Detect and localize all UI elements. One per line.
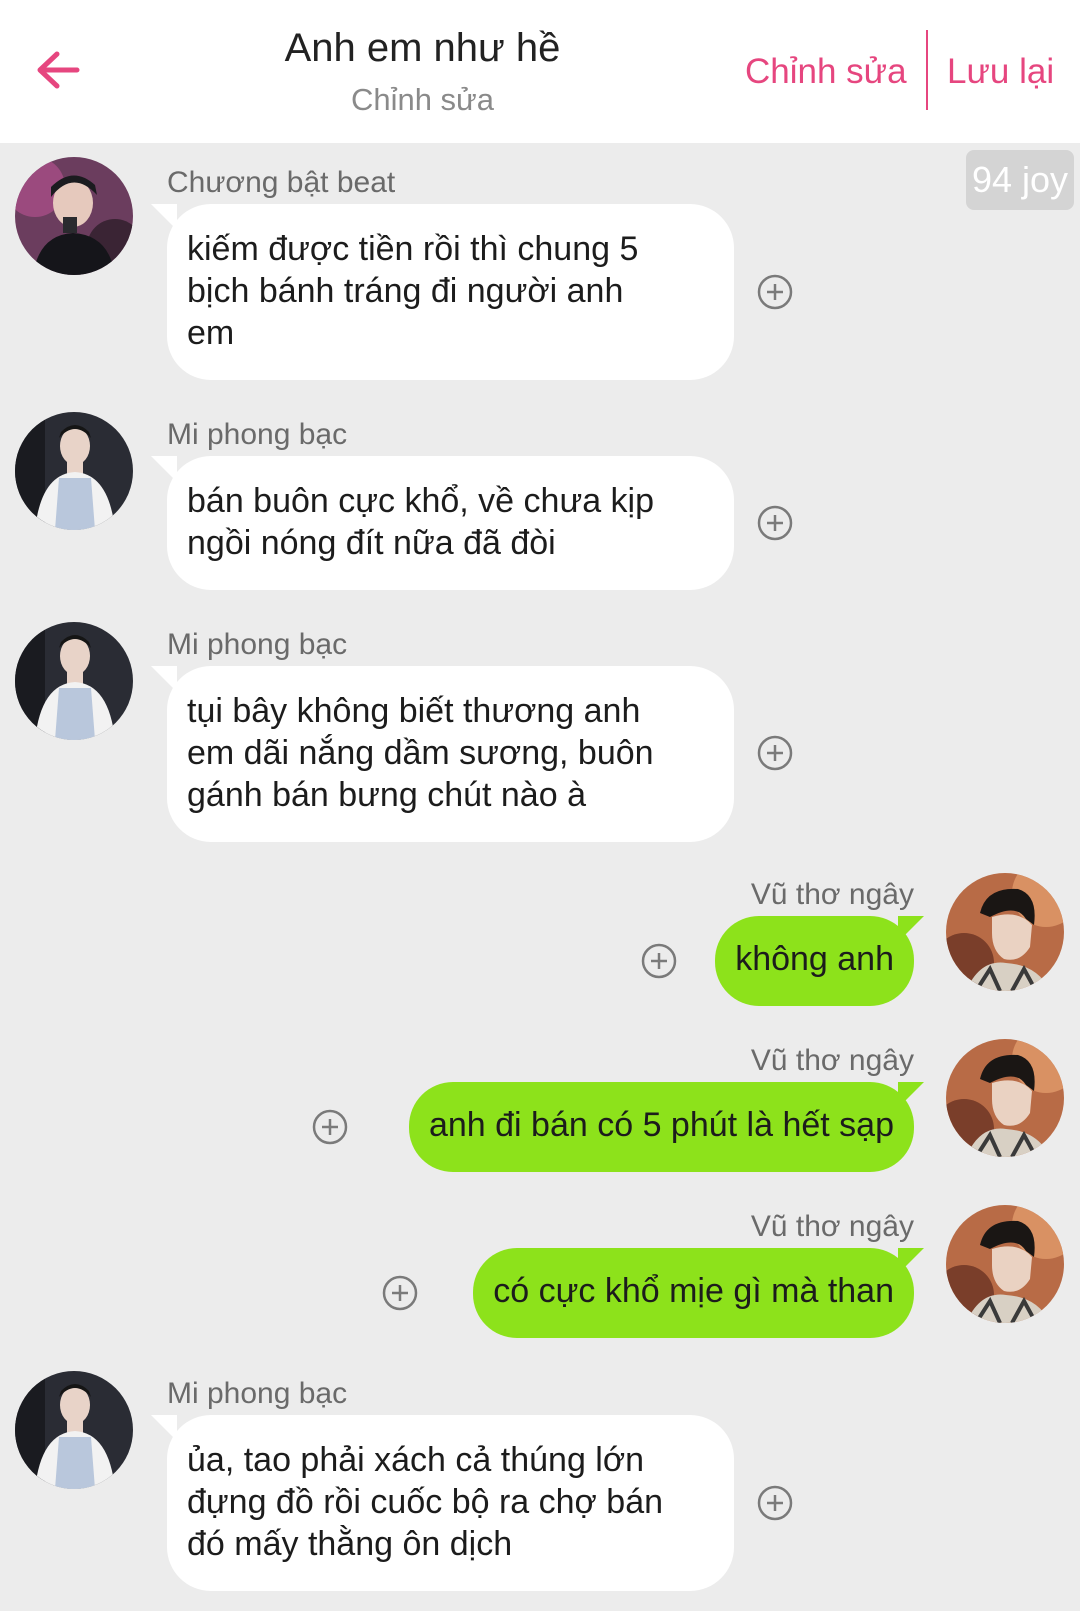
message-bubble[interactable]: không anh: [715, 916, 914, 1006]
add-reaction-icon[interactable]: [757, 505, 793, 541]
message-bubble[interactable]: anh đi bán có 5 phút là hết sạp: [408, 1082, 914, 1172]
header-divider: [926, 30, 928, 110]
sender-name: Mi phong bạc: [167, 1377, 348, 1410]
chat-subtitle: Chỉnh sửa: [350, 82, 495, 117]
message-bubble[interactable]: kiếm được tiền rồi thì chung 5 bịch bánh…: [167, 204, 734, 380]
add-reaction-icon[interactable]: [757, 274, 793, 310]
sender-name: Chương bật beat: [167, 166, 396, 199]
add-reaction-icon[interactable]: [382, 1275, 418, 1311]
avatar: [15, 157, 133, 275]
joy-badge: 94 joy: [966, 150, 1074, 210]
avatar: [15, 622, 133, 740]
save-button[interactable]: Lưu lại: [947, 52, 1054, 92]
sender-name: Mi phong bạc: [167, 628, 348, 661]
add-reaction-icon[interactable]: [641, 943, 677, 979]
avatar: [946, 873, 1064, 991]
message-bubble[interactable]: bán buôn cực khổ, về chưa kịp ngồi nóng …: [167, 456, 734, 590]
avatar: [15, 1371, 133, 1489]
add-reaction-icon[interactable]: [757, 1485, 793, 1521]
edit-button[interactable]: Chỉnh sửa: [745, 52, 907, 92]
add-reaction-icon[interactable]: [312, 1109, 348, 1145]
avatar: [946, 1039, 1064, 1157]
message-bubble[interactable]: có cực khổ mịe gì mà than: [473, 1248, 914, 1338]
sender-name: Vũ thơ ngây: [750, 1044, 914, 1077]
sender-name: Vũ thơ ngây: [750, 878, 914, 911]
message-bubble[interactable]: ủa, tao phải xách cả thúng lớn đựng đồ r…: [167, 1415, 734, 1591]
add-reaction-icon[interactable]: [757, 735, 793, 771]
chat-header: Anh em như hề Chỉnh sửa Chỉnh sửa Lưu lạ…: [0, 0, 1080, 143]
avatar: [946, 1205, 1064, 1323]
sender-name: Vũ thơ ngây: [750, 1210, 914, 1243]
avatar: [15, 412, 133, 530]
chat-title: Anh em như hề: [284, 26, 561, 70]
sender-name: Mi phong bạc: [167, 418, 348, 451]
message-bubble[interactable]: tụi bây không biết thương anh em dãi nắn…: [167, 666, 734, 842]
